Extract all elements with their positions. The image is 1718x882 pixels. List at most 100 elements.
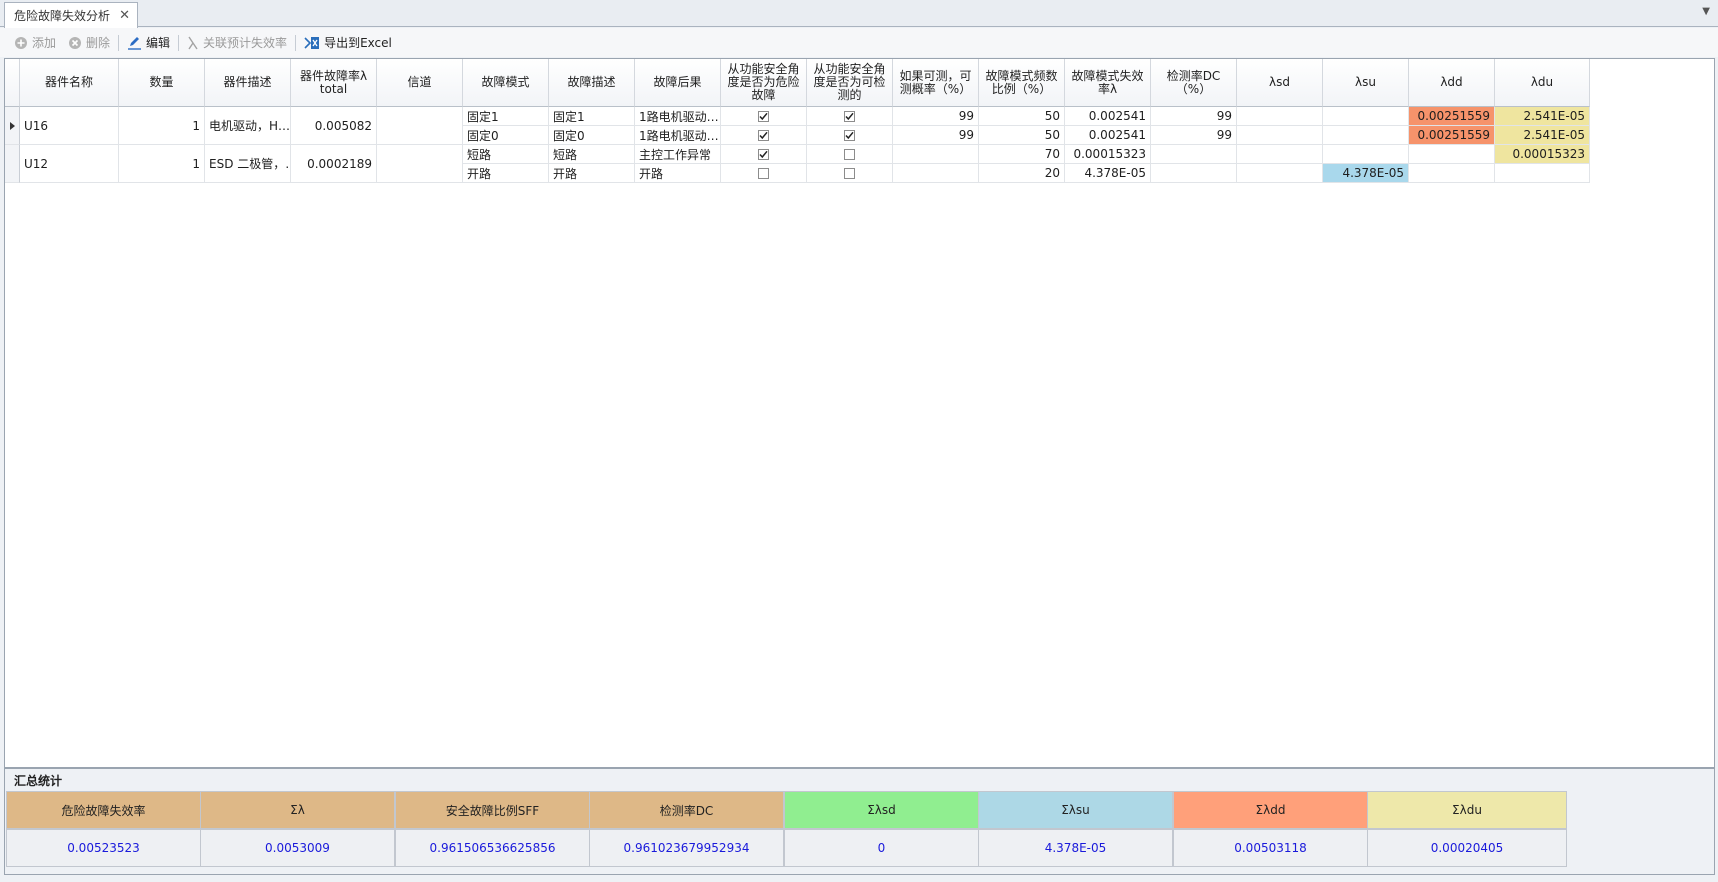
component-failure-rate-cell[interactable]: 0.005082 xyxy=(291,107,377,145)
column-header-detection-probability[interactable]: 如果可测，可测概率（%） xyxy=(893,59,979,107)
checkbox-unchecked[interactable] xyxy=(844,148,855,160)
is-detectable-cell[interactable] xyxy=(807,164,893,183)
column-header-failure-consequence[interactable]: 故障后果 xyxy=(635,59,721,107)
column-header-failure-mode[interactable]: 故障模式 xyxy=(463,59,549,107)
detection-rate-dc-cell[interactable]: 99 xyxy=(1151,126,1237,145)
checkbox-checked[interactable] xyxy=(758,110,769,122)
failure-description-cell[interactable]: 开路 xyxy=(549,164,635,183)
column-header-quantity[interactable]: 数量 xyxy=(119,59,205,107)
is-detectable-cell[interactable] xyxy=(807,107,893,126)
mode-frequency-ratio-cell[interactable]: 50 xyxy=(979,126,1065,145)
component-failure-rate-cell[interactable]: 0.0002189 xyxy=(291,145,377,183)
mode-failure-rate-cell[interactable]: 4.378E-05 xyxy=(1065,164,1151,183)
is-dangerous-cell[interactable] xyxy=(721,126,807,145)
checkbox-checked[interactable] xyxy=(758,129,769,141)
failure-description-cell[interactable]: 短路 xyxy=(549,145,635,164)
detection-rate-dc-cell[interactable]: 99 xyxy=(1151,107,1237,126)
lambda-dd-cell[interactable]: 0.00251559 xyxy=(1409,126,1495,145)
export-excel-button[interactable]: 导出到Excel xyxy=(298,34,398,51)
is-dangerous-cell[interactable] xyxy=(721,107,807,126)
column-header-failure-description[interactable]: 故障描述 xyxy=(549,59,635,107)
component-description-cell[interactable]: ESD 二极管，… xyxy=(205,145,291,183)
column-header-mode-frequency-ratio[interactable]: 故障模式频数比例（%） xyxy=(979,59,1065,107)
lambda-du-cell[interactable] xyxy=(1495,164,1590,183)
row-indicator[interactable] xyxy=(5,145,20,183)
column-header-mode-failure-rate[interactable]: 故障模式失效率λ xyxy=(1065,59,1151,107)
column-header-lambda-su[interactable]: λsu xyxy=(1323,59,1409,107)
row-indicator[interactable] xyxy=(5,107,20,145)
failure-mode-cell[interactable]: 固定1 xyxy=(463,107,549,126)
failure-consequence-cell[interactable]: 开路 xyxy=(635,164,721,183)
lambda-su-cell[interactable]: 4.378E-05 xyxy=(1323,164,1409,183)
mode-frequency-ratio-cell[interactable]: 50 xyxy=(979,107,1065,126)
failure-mode-cell[interactable]: 短路 xyxy=(463,145,549,164)
component-name-cell[interactable]: U12 xyxy=(20,145,119,183)
add-button[interactable]: 添加 xyxy=(8,34,62,51)
mode-failure-rate-cell[interactable]: 0.002541 xyxy=(1065,107,1151,126)
link-predicted-failure-rate-button[interactable]: 关联预计失效率 xyxy=(181,34,293,51)
failure-description-cell[interactable]: 固定0 xyxy=(549,126,635,145)
lambda-du-cell[interactable]: 2.541E-05 xyxy=(1495,126,1590,145)
mode-failure-rate-cell[interactable]: 0.00015323 xyxy=(1065,145,1151,164)
failure-consequence-cell[interactable]: 1路电机驱动… xyxy=(635,107,721,126)
detection-probability-cell[interactable] xyxy=(893,164,979,183)
column-header-lambda-dd[interactable]: λdd xyxy=(1409,59,1495,107)
lambda-su-cell[interactable] xyxy=(1323,126,1409,145)
channel-cell[interactable] xyxy=(377,107,463,145)
checkbox-unchecked[interactable] xyxy=(844,167,855,179)
column-header-is-detectable[interactable]: 从功能安全角度是否为可检测的 xyxy=(807,59,893,107)
mode-frequency-ratio-cell[interactable]: 70 xyxy=(979,145,1065,164)
failure-consequence-cell[interactable]: 主控工作异常 xyxy=(635,145,721,164)
lambda-su-cell[interactable] xyxy=(1323,145,1409,164)
column-header-lambda-du[interactable]: λdu xyxy=(1495,59,1590,107)
lambda-dd-cell[interactable]: 0.00251559 xyxy=(1409,107,1495,126)
mode-frequency-ratio-cell[interactable]: 20 xyxy=(979,164,1065,183)
component-description-cell[interactable]: 电机驱动，H… xyxy=(205,107,291,145)
detection-probability-cell[interactable] xyxy=(893,145,979,164)
column-header-component-failure-rate[interactable]: 器件故障率λ total xyxy=(291,59,377,107)
lambda-dd-cell[interactable] xyxy=(1409,145,1495,164)
is-dangerous-cell[interactable] xyxy=(721,164,807,183)
lambda-sd-cell[interactable] xyxy=(1237,126,1323,145)
tab-list-dropdown-icon[interactable]: ▼ xyxy=(1702,6,1710,17)
checkbox-checked[interactable] xyxy=(844,129,855,141)
add-icon xyxy=(15,36,27,49)
checkbox-checked[interactable] xyxy=(844,110,855,122)
failure-description-cell[interactable]: 固定1 xyxy=(549,107,635,126)
column-header-component-description[interactable]: 器件描述 xyxy=(205,59,291,107)
column-header-lambda-sd[interactable]: λsd xyxy=(1237,59,1323,107)
detection-rate-dc-cell[interactable] xyxy=(1151,164,1237,183)
channel-cell[interactable] xyxy=(377,145,463,183)
close-icon[interactable]: ✕ xyxy=(119,9,130,22)
detection-rate-dc-cell[interactable] xyxy=(1151,145,1237,164)
lambda-sd-cell[interactable] xyxy=(1237,107,1323,126)
quantity-cell[interactable]: 1 xyxy=(119,145,205,183)
column-header-component-name[interactable]: 器件名称 xyxy=(20,59,119,107)
component-name-cell[interactable]: U16 xyxy=(20,107,119,145)
mode-failure-rate-cell[interactable]: 0.002541 xyxy=(1065,126,1151,145)
column-header-channel[interactable]: 信道 xyxy=(377,59,463,107)
failure-mode-cell[interactable]: 开路 xyxy=(463,164,549,183)
detection-probability-cell[interactable]: 99 xyxy=(893,107,979,126)
is-detectable-cell[interactable] xyxy=(807,145,893,164)
checkbox-unchecked[interactable] xyxy=(758,167,769,179)
lambda-sd-cell[interactable] xyxy=(1237,164,1323,183)
failure-mode-cell[interactable]: 固定0 xyxy=(463,126,549,145)
checkbox-checked[interactable] xyxy=(758,148,769,160)
column-header-is-dangerous[interactable]: 从功能安全角度是否为危险故障 xyxy=(721,59,807,107)
quantity-cell[interactable]: 1 xyxy=(119,107,205,145)
add-label: 添加 xyxy=(32,36,57,50)
lambda-su-cell[interactable] xyxy=(1323,107,1409,126)
column-header-detection-rate-dc[interactable]: 检测率DC（%） xyxy=(1151,59,1237,107)
lambda-sd-cell[interactable] xyxy=(1237,145,1323,164)
edit-button[interactable]: 编辑 xyxy=(121,34,176,51)
tab-danger-failure-analysis[interactable]: 危险故障失效分析 ✕ xyxy=(4,2,138,28)
is-detectable-cell[interactable] xyxy=(807,126,893,145)
delete-button[interactable]: 删除 xyxy=(62,34,116,51)
detection-probability-cell[interactable]: 99 xyxy=(893,126,979,145)
is-dangerous-cell[interactable] xyxy=(721,145,807,164)
lambda-du-cell[interactable]: 2.541E-05 xyxy=(1495,107,1590,126)
lambda-dd-cell[interactable] xyxy=(1409,164,1495,183)
failure-consequence-cell[interactable]: 1路电机驱动… xyxy=(635,126,721,145)
lambda-du-cell[interactable]: 0.00015323 xyxy=(1495,145,1590,164)
